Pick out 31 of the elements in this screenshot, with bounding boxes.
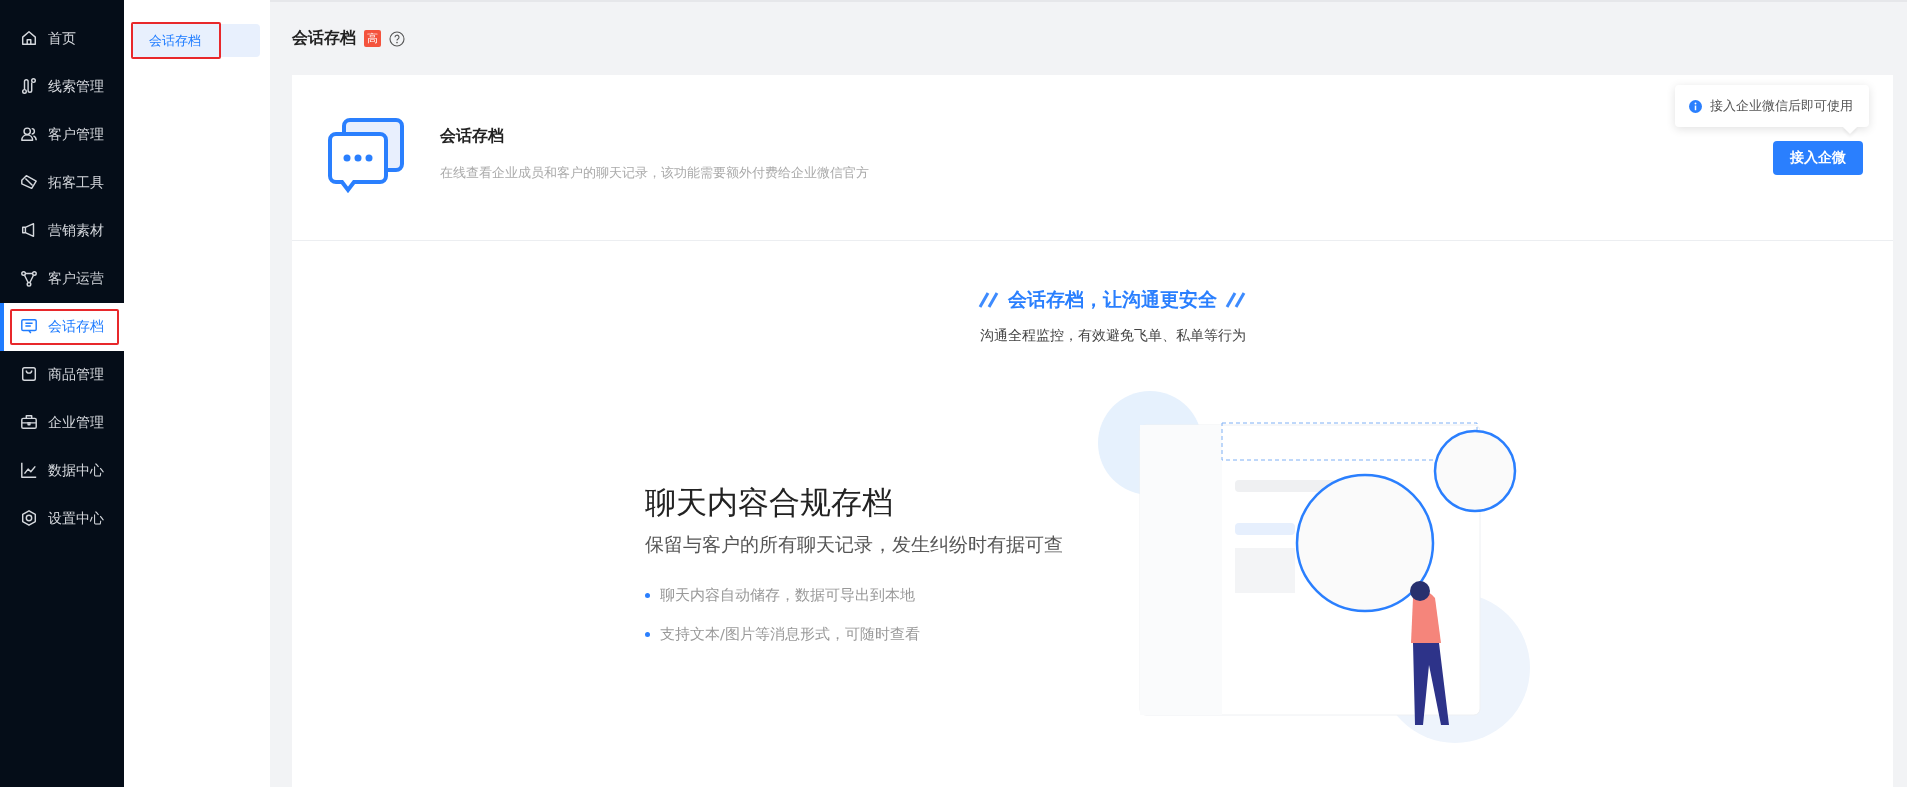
card-description: 在线查看企业成员和客户的聊天记录，该功能需要额外付费给企业微信官方 — [440, 164, 870, 182]
sidebar-item[interactable]: 设置中心 — [0, 495, 124, 543]
slash-icon — [1225, 291, 1247, 309]
sidebar-item[interactable]: 拓客工具 — [0, 159, 124, 207]
sidebar-item[interactable]: 首页 — [0, 15, 124, 63]
info-icon — [1689, 99, 1702, 113]
sidebar-item[interactable]: 营销素材 — [0, 207, 124, 255]
menu-icon — [20, 268, 38, 290]
sidebar-item[interactable]: 客户管理 — [0, 111, 124, 159]
sidebar-item[interactable]: 会话存档 — [0, 303, 124, 351]
page-title: 会话存档 — [292, 28, 356, 49]
card-title: 会话存档 — [440, 125, 505, 147]
sidebar-item[interactable]: 企业管理 — [0, 399, 124, 447]
bullet-dot — [645, 632, 650, 637]
sidebar-item[interactable]: 客户运营 — [0, 255, 124, 303]
help-icon[interactable] — [389, 30, 405, 47]
slash-icon — [978, 291, 1000, 309]
feature-lead: 保留与客户的所有聊天记录，发生纠纷时有据可查 — [645, 532, 1064, 557]
slogan: 会话存档，让沟通更安全 — [1008, 287, 1217, 312]
bullet-text: 支持文本/图片等消息形式，可随时查看 — [660, 625, 920, 644]
submenu-item[interactable]: 会话存档 — [132, 24, 260, 57]
feature-title: 聊天内容合规存档 — [645, 483, 894, 522]
level-badge: 高 — [364, 30, 381, 47]
sidebar-item[interactable]: 线索管理 — [0, 63, 124, 111]
sidebar-item[interactable]: 商品管理 — [0, 351, 124, 399]
bullet-text: 聊天内容自动储存，数据可导出到本地 — [660, 586, 915, 605]
tooltip-text: 接入企业微信后即可使用 — [1710, 97, 1853, 115]
sidebar-item[interactable]: 数据中心 — [0, 447, 124, 495]
connect-button[interactable]: 接入企微 — [1773, 141, 1863, 175]
bullet-dot — [645, 593, 650, 598]
slogan-subtitle: 沟通全程监控，有效避免飞单、私单等行为 — [979, 327, 1246, 345]
